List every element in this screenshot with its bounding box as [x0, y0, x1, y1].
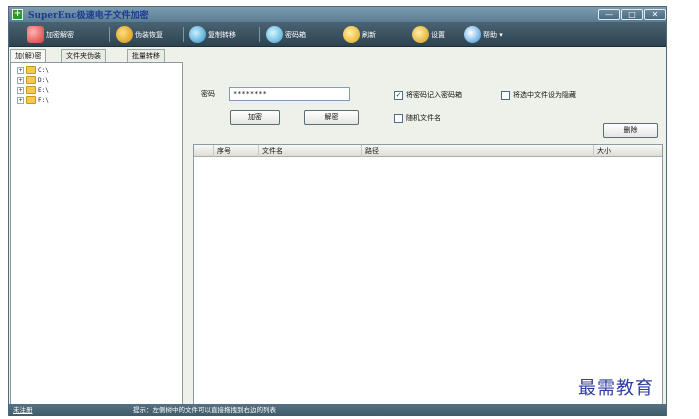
- watermark-text: 最需教育: [578, 378, 654, 399]
- toolbar-encrypt-decrypt[interactable]: 加密解密: [27, 25, 74, 44]
- file-list-header: 序号 文件名 路径 大小: [194, 145, 662, 157]
- encrypt-panel: 密码 ******** 加密 解密 ✓ 将密码记入密码箱 将选中文件设为隐藏 随…: [185, 62, 664, 405]
- status-hint: 提示：左侧树中的文件可以直接拖拽到右边的列表: [133, 406, 276, 414]
- toolbar-label: 帮助 ▾: [483, 30, 503, 39]
- expand-icon[interactable]: +: [17, 86, 24, 94]
- column-path[interactable]: 路径: [362, 145, 594, 157]
- checkbox-label: 随机文件名: [406, 114, 441, 122]
- tree-item-drive[interactable]: + E:\: [17, 85, 49, 95]
- column-size[interactable]: 大小: [594, 145, 662, 157]
- password-input[interactable]: ********: [229, 87, 350, 101]
- folder-icon: [26, 86, 36, 94]
- toolbar-separator: [259, 27, 260, 42]
- toolbar-label: 复制转移: [208, 30, 236, 39]
- safe-icon: [266, 26, 283, 43]
- toolbar-label: 加密解密: [46, 30, 74, 39]
- password-label: 密码: [201, 90, 215, 98]
- tree-item-drive[interactable]: + C:\: [17, 65, 49, 75]
- expand-icon[interactable]: +: [17, 66, 24, 74]
- toolbar-help[interactable]: 帮助 ▾: [464, 25, 503, 44]
- tab-folder-disguise[interactable]: 文件夹伪装: [61, 49, 106, 62]
- help-icon: [464, 26, 481, 43]
- tab-encrypt-decrypt[interactable]: 加(解)密: [10, 49, 47, 62]
- toolbar-label: 伪装恢复: [135, 30, 163, 39]
- minimize-button[interactable]: —: [598, 9, 620, 20]
- column-index[interactable]: 序号: [214, 145, 259, 157]
- drive-tree[interactable]: + C:\ + D:\ + E:\ + F:\: [10, 62, 183, 405]
- title-bar[interactable]: + SuperEnc极速电子文件加密 — □ ✕: [9, 7, 666, 22]
- disk-icon: [189, 26, 206, 43]
- save-to-safe-checkbox[interactable]: ✓ 将密码记入密码箱: [394, 90, 462, 100]
- folder-icon: [26, 96, 36, 104]
- folder-icon: [26, 76, 36, 84]
- expand-icon[interactable]: +: [17, 76, 24, 84]
- decrypt-button[interactable]: 解密: [304, 110, 359, 125]
- registration-status-link[interactable]: 未注册: [13, 404, 33, 416]
- toolbar-copy-transfer[interactable]: 复制转移: [189, 25, 236, 44]
- toolbar-label: 设置: [431, 30, 445, 39]
- delete-button[interactable]: 删除: [603, 123, 658, 138]
- tree-item-label: E:\: [38, 86, 49, 94]
- column-spacer: [194, 145, 214, 157]
- toolbar-label: 密码箱: [285, 30, 306, 39]
- maximize-button[interactable]: □: [621, 9, 643, 20]
- toolbar-separator: [109, 27, 110, 42]
- window-title: SuperEnc极速电子文件加密: [28, 11, 149, 21]
- checkbox-icon[interactable]: [501, 90, 510, 100]
- toolbar: 加密解密 伪装恢复 复制转移 密码箱 刷新 设置 帮助 ▾: [9, 22, 666, 47]
- toolbar-refresh[interactable]: 刷新: [343, 25, 376, 44]
- toolbar-settings[interactable]: 设置: [412, 25, 445, 44]
- app-window: + SuperEnc极速电子文件加密 — □ ✕ 加密解密 伪装恢复 复制转移 …: [8, 6, 667, 416]
- folder-icon: [26, 66, 36, 74]
- lock-icon: [27, 26, 44, 43]
- tab-batch-transfer[interactable]: 批量转移: [127, 49, 165, 62]
- refresh-icon: [343, 26, 360, 43]
- encrypt-button[interactable]: 加密: [230, 110, 280, 125]
- tree-item-drive[interactable]: + D:\: [17, 75, 49, 85]
- app-logo-icon: +: [12, 9, 23, 20]
- column-filename[interactable]: 文件名: [259, 145, 362, 157]
- expand-icon[interactable]: +: [17, 96, 24, 104]
- checkbox-checked-icon[interactable]: ✓: [394, 90, 403, 100]
- toolbar-label: 刷新: [362, 30, 376, 39]
- file-list[interactable]: 序号 文件名 路径 大小: [193, 144, 663, 405]
- checkbox-icon[interactable]: [394, 113, 403, 123]
- gear-icon: [116, 26, 133, 43]
- status-bar: 未注册 提示：左侧树中的文件可以直接拖拽到右边的列表: [9, 404, 666, 416]
- toolbar-separator: [183, 27, 184, 42]
- tree-item-label: C:\: [38, 66, 49, 74]
- tree-item-label: F:\: [38, 96, 49, 104]
- tab-bar: 加(解)密 文件夹伪装 批量转移: [9, 48, 666, 62]
- settings-icon: [412, 26, 429, 43]
- toolbar-password-safe[interactable]: 密码箱: [266, 25, 306, 44]
- hide-selected-checkbox[interactable]: 将选中文件设为隐藏: [501, 90, 576, 100]
- random-name-checkbox[interactable]: 随机文件名: [394, 113, 441, 123]
- tree-item-label: D:\: [38, 76, 49, 84]
- checkbox-label: 将密码记入密码箱: [406, 91, 462, 99]
- checkbox-label: 将选中文件设为隐藏: [513, 91, 576, 99]
- toolbar-disguise-restore[interactable]: 伪装恢复: [116, 25, 163, 44]
- tree-item-drive[interactable]: + F:\: [17, 95, 49, 105]
- close-button[interactable]: ✕: [644, 9, 666, 20]
